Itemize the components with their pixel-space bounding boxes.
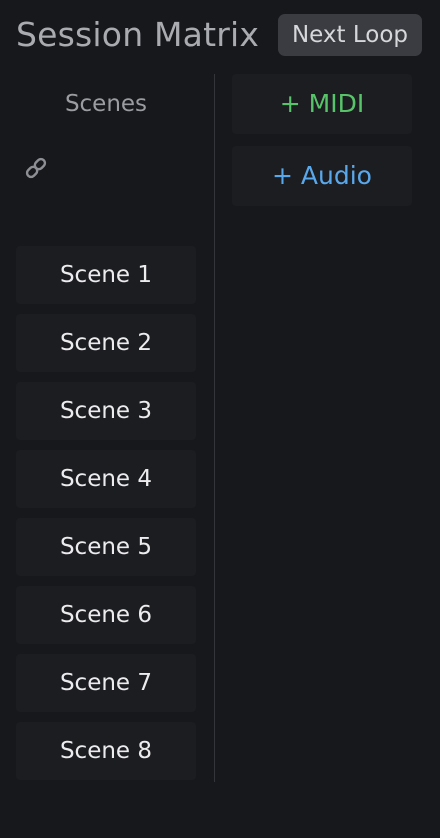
add-midi-track-button[interactable]: + MIDI xyxy=(232,74,412,134)
scene-button-3[interactable]: Scene 3 xyxy=(16,382,196,440)
scene-button-1[interactable]: Scene 1 xyxy=(16,246,196,304)
scene-button-4[interactable]: Scene 4 xyxy=(16,450,196,508)
link-icon[interactable] xyxy=(22,154,50,182)
page-title: Session Matrix xyxy=(16,15,260,54)
scene-button-6[interactable]: Scene 6 xyxy=(16,586,196,644)
next-loop-button[interactable]: Next Loop xyxy=(278,14,422,56)
scene-button-7[interactable]: Scene 7 xyxy=(16,654,196,712)
scene-button-5[interactable]: Scene 5 xyxy=(16,518,196,576)
link-icon-glyph xyxy=(25,157,47,179)
scene-button-2[interactable]: Scene 2 xyxy=(16,314,196,372)
scene-button-8[interactable]: Scene 8 xyxy=(16,722,196,780)
add-audio-track-button[interactable]: + Audio xyxy=(232,146,412,206)
column-divider xyxy=(214,74,215,782)
scenes-header: Scenes xyxy=(64,91,148,117)
